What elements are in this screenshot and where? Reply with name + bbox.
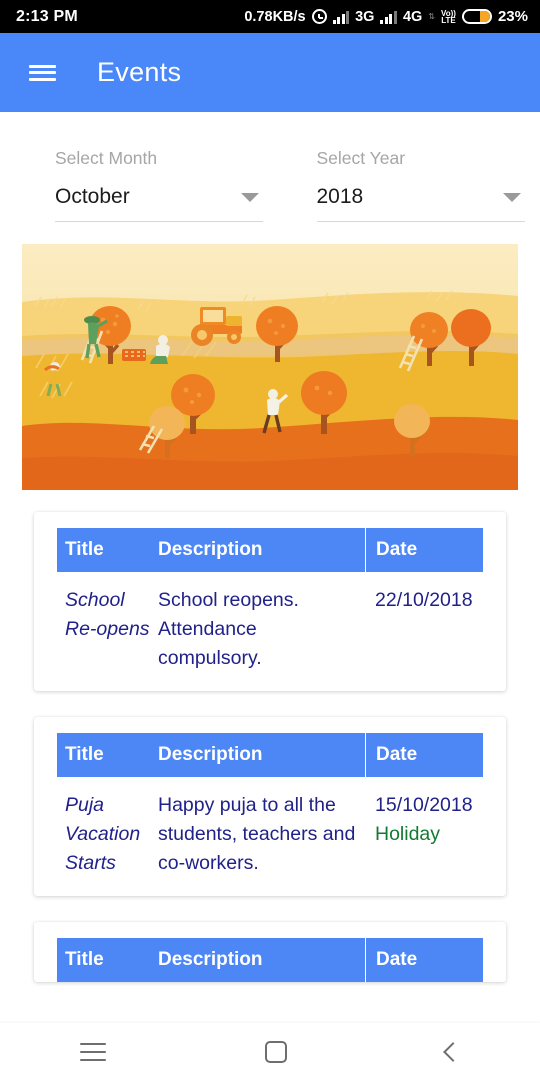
table-header-row: Title Description Date (57, 938, 483, 982)
battery-icon (461, 9, 492, 24)
volte-icon: Vo)) LTE (441, 9, 456, 25)
column-header-date: Date (365, 938, 483, 982)
event-date-cell: 22/10/2018 (365, 586, 483, 673)
table-row: School Re-opens School reopens. Attendan… (57, 572, 483, 673)
event-title: School Re-opens (65, 589, 150, 640)
chevron-down-icon (241, 192, 259, 202)
data-transfer-arrows-icon: ⇅ (428, 11, 435, 21)
banner-illustration (22, 244, 518, 490)
android-navigation-bar (0, 1023, 540, 1080)
year-dropdown[interactable]: 2018 (316, 185, 525, 222)
event-card[interactable]: Title Description Date Puja Vacation Sta… (34, 717, 506, 896)
event-date-cell: 15/10/2018 Holiday (365, 791, 483, 878)
home-square-icon[interactable] (264, 1040, 287, 1063)
column-header-description: Description (158, 539, 263, 560)
chevron-down-icon (502, 192, 521, 202)
column-header-description: Description (158, 744, 263, 765)
year-selector-label: Select Year (316, 148, 406, 168)
event-description: School reopens. Attendance compulsory. (158, 589, 299, 669)
event-date: 15/10/2018 (375, 794, 473, 816)
events-list: Title Description Date School Re-opens S… (0, 490, 540, 982)
event-card[interactable]: Title Description Date (34, 922, 506, 982)
volte-bottom-text: LTE (441, 15, 456, 25)
column-header-description: Description (158, 949, 263, 970)
column-header-title: Title (65, 539, 104, 560)
page-content: Select Month October Select Year 2018 Ti… (0, 112, 540, 1080)
year-selector[interactable]: Select Year 2018 (316, 148, 540, 222)
harvest-scene-svg (22, 244, 518, 490)
table-row: Puja Vacation Starts Happy puja to all t… (57, 777, 483, 878)
status-bar-icons: 0.78KB/s 3G 4G ⇅ Vo)) LTE 23% (244, 8, 528, 25)
event-description: Happy puja to all the students, teachers… (158, 794, 356, 874)
back-chevron-icon[interactable] (443, 1041, 464, 1062)
crate-icon (122, 349, 146, 361)
status-badge: Holiday (375, 823, 441, 845)
status-bar-time: 2:13 PM (16, 7, 78, 25)
sim1-network-type: 3G (355, 8, 375, 25)
page-title: Events (97, 57, 182, 87)
network-speed-text: 0.78KB/s (244, 8, 306, 25)
filter-row: Select Month October Select Year 2018 (0, 112, 540, 222)
month-dropdown[interactable]: October (55, 185, 263, 222)
alarm-clock-icon (311, 9, 327, 24)
status-bar: 2:13 PM 0.78KB/s 3G 4G ⇅ Vo)) LTE 23% (0, 0, 540, 33)
month-selector-label: Select Month (55, 148, 158, 168)
table-header-row: Title Description Date (57, 733, 483, 777)
column-header-date: Date (365, 528, 483, 572)
event-card[interactable]: Title Description Date School Re-opens S… (34, 512, 506, 691)
signal-bars-sim1-icon (332, 10, 350, 24)
event-title: Puja Vacation Starts (65, 794, 141, 874)
table-header-row: Title Description Date (57, 528, 483, 572)
sim2-network-type: 4G (402, 8, 423, 25)
month-selected-value: October (55, 185, 130, 208)
column-header-title: Title (65, 949, 104, 970)
month-selector[interactable]: Select Month October (55, 148, 279, 222)
app-bar: Events (0, 33, 540, 112)
event-date: 22/10/2018 (375, 589, 473, 611)
hamburger-menu-icon[interactable] (27, 62, 57, 84)
signal-bars-sim2-icon (380, 10, 397, 24)
column-header-date: Date (365, 733, 483, 777)
battery-percent-text: 23% (497, 8, 528, 25)
year-selected-value: 2018 (316, 185, 364, 208)
column-header-title: Title (65, 744, 104, 765)
recents-icon[interactable] (79, 1042, 106, 1061)
